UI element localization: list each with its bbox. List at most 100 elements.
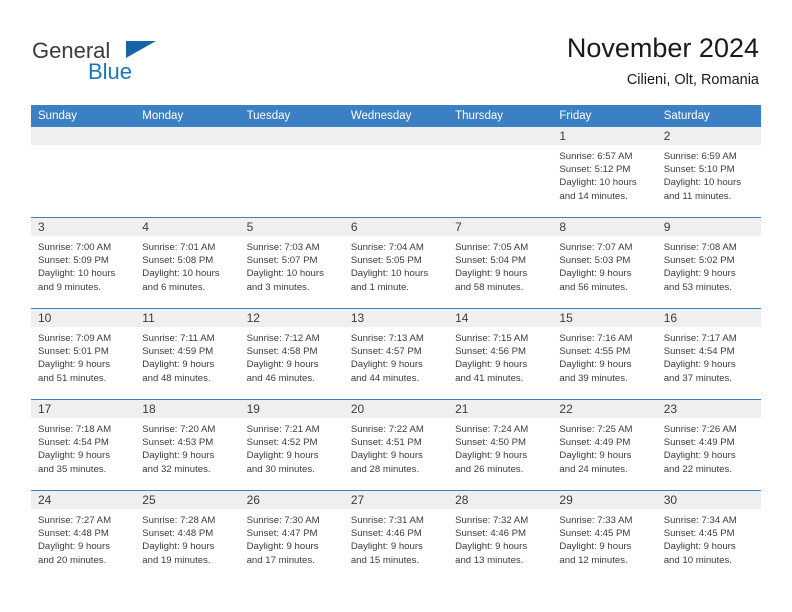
calendar-day-cell[interactable]: 25 Sunrise: 7:28 AM Sunset: 4:48 PM Dayl…	[135, 490, 240, 581]
calendar-day-cell[interactable]: 27 Sunrise: 7:31 AM Sunset: 4:46 PM Dayl…	[343, 490, 449, 581]
calendar-day-cell[interactable]: 1 Sunrise: 6:57 AM Sunset: 5:12 PM Dayli…	[552, 127, 657, 218]
sunset-text: Sunset: 5:08 PM	[142, 255, 214, 267]
calendar-day-cell[interactable]: 13 Sunrise: 7:13 AM Sunset: 4:57 PM Dayl…	[343, 308, 449, 400]
calendar-day-cell[interactable]: 12 Sunrise: 7:12 AM Sunset: 4:58 PM Dayl…	[239, 308, 344, 400]
calendar-day-cell[interactable]: 10 Sunrise: 7:09 AM Sunset: 5:01 PM Dayl…	[31, 308, 136, 400]
sunset-text: Sunset: 4:56 PM	[455, 346, 527, 358]
calendar-day-cell[interactable]: 3 Sunrise: 7:00 AM Sunset: 5:09 PM Dayli…	[31, 217, 136, 309]
daylight-text-line1: Daylight: 10 hours	[142, 268, 220, 280]
day-details: Sunrise: 7:22 AM Sunset: 4:51 PM Dayligh…	[344, 418, 448, 476]
calendar-day-cell[interactable]: 14 Sunrise: 7:15 AM Sunset: 4:56 PM Dayl…	[448, 308, 553, 400]
brand-logo[interactable]: General Blue	[32, 38, 212, 86]
day-number: 13	[343, 309, 449, 327]
daylight-text-line2: and 17 minutes.	[246, 554, 315, 566]
sunset-text: Sunset: 5:09 PM	[38, 255, 109, 267]
day-details: Sunrise: 7:33 AM Sunset: 4:45 PM Dayligh…	[552, 509, 656, 567]
calendar-day-cell[interactable]: 11 Sunrise: 7:11 AM Sunset: 4:59 PM Dayl…	[135, 308, 240, 400]
day-number	[31, 127, 136, 145]
day-number: 29	[552, 491, 657, 509]
calendar-day-cell[interactable]: 22 Sunrise: 7:25 AM Sunset: 4:49 PM Dayl…	[552, 399, 657, 491]
sunrise-text: Sunrise: 7:00 AM	[38, 242, 112, 253]
calendar-day-cell[interactable]: 28 Sunrise: 7:32 AM Sunset: 4:46 PM Dayl…	[448, 490, 553, 581]
calendar-day-cell[interactable]: 20 Sunrise: 7:22 AM Sunset: 4:51 PM Dayl…	[343, 399, 449, 491]
daylight-text-line1: Daylight: 10 hours	[246, 268, 324, 280]
calendar-day-cell[interactable]: 2 Sunrise: 6:59 AM Sunset: 5:10 PM Dayli…	[656, 127, 761, 218]
sunrise-text: Sunrise: 7:24 AM	[455, 424, 529, 435]
day-details: Sunrise: 7:13 AM Sunset: 4:57 PM Dayligh…	[344, 327, 448, 385]
sunrise-text: Sunrise: 7:05 AM	[455, 242, 529, 253]
calendar-day-cell[interactable]: 7 Sunrise: 7:05 AM Sunset: 5:04 PM Dayli…	[448, 217, 553, 309]
title-block: November 2024 Cilieni, Olt, Romania	[567, 32, 759, 90]
weekday-header-friday: Friday	[552, 105, 657, 127]
calendar-day-cell[interactable]	[31, 127, 136, 218]
day-details: Sunrise: 7:31 AM Sunset: 4:46 PM Dayligh…	[344, 509, 448, 567]
calendar-day-cell[interactable]: 16 Sunrise: 7:17 AM Sunset: 4:54 PM Dayl…	[656, 308, 761, 400]
calendar-day-cell[interactable]	[135, 127, 240, 218]
calendar-day-cell[interactable]: 17 Sunrise: 7:18 AM Sunset: 4:54 PM Dayl…	[31, 399, 136, 491]
daylight-text-line1: Daylight: 9 hours	[559, 268, 632, 280]
daylight-text-line2: and 58 minutes.	[455, 281, 524, 293]
sunrise-text: Sunrise: 7:18 AM	[38, 424, 112, 435]
sunset-text: Sunset: 4:47 PM	[246, 528, 318, 540]
calendar-body: 1 Sunrise: 6:57 AM Sunset: 5:12 PM Dayli…	[31, 127, 761, 581]
day-number: 22	[552, 400, 657, 418]
sunrise-text: Sunrise: 7:30 AM	[246, 515, 320, 526]
day-number: 4	[135, 218, 240, 236]
day-number	[239, 127, 344, 145]
sunrise-text: Sunrise: 7:07 AM	[559, 242, 633, 253]
weekday-header-thursday: Thursday	[448, 105, 553, 127]
calendar-day-cell[interactable]: 6 Sunrise: 7:04 AM Sunset: 5:05 PM Dayli…	[343, 217, 449, 309]
day-number: 16	[656, 309, 761, 327]
day-number: 10	[31, 309, 136, 327]
daylight-text-line2: and 32 minutes.	[142, 463, 211, 475]
day-number: 30	[656, 491, 761, 509]
calendar-day-cell[interactable]: 30 Sunrise: 7:34 AM Sunset: 4:45 PM Dayl…	[656, 490, 761, 581]
calendar-day-cell[interactable]: 5 Sunrise: 7:03 AM Sunset: 5:07 PM Dayli…	[239, 217, 344, 309]
day-number: 1	[552, 127, 657, 145]
calendar-day-cell[interactable]: 8 Sunrise: 7:07 AM Sunset: 5:03 PM Dayli…	[552, 217, 657, 309]
daylight-text-line1: Daylight: 9 hours	[246, 541, 319, 553]
day-number: 15	[552, 309, 657, 327]
calendar-day-cell[interactable]	[448, 127, 553, 218]
day-details: Sunrise: 7:00 AM Sunset: 5:09 PM Dayligh…	[31, 236, 135, 294]
sunset-text: Sunset: 4:59 PM	[142, 346, 214, 358]
sunset-text: Sunset: 5:03 PM	[559, 255, 631, 267]
daylight-text-line1: Daylight: 9 hours	[559, 450, 632, 462]
calendar-day-cell[interactable]: 29 Sunrise: 7:33 AM Sunset: 4:45 PM Dayl…	[552, 490, 657, 581]
sunset-text: Sunset: 4:58 PM	[246, 346, 318, 358]
day-details: Sunrise: 7:16 AM Sunset: 4:55 PM Dayligh…	[552, 327, 656, 385]
calendar-day-cell[interactable]: 24 Sunrise: 7:27 AM Sunset: 4:48 PM Dayl…	[31, 490, 136, 581]
calendar-day-cell[interactable]	[239, 127, 344, 218]
sunrise-text: Sunrise: 7:04 AM	[350, 242, 424, 253]
calendar-day-cell[interactable]: 19 Sunrise: 7:21 AM Sunset: 4:52 PM Dayl…	[239, 399, 344, 491]
day-details: Sunrise: 7:34 AM Sunset: 4:45 PM Dayligh…	[657, 509, 761, 567]
calendar-day-cell[interactable]: 4 Sunrise: 7:01 AM Sunset: 5:08 PM Dayli…	[135, 217, 240, 309]
daylight-text-line1: Daylight: 9 hours	[663, 450, 736, 462]
day-number: 23	[656, 400, 761, 418]
sunset-text: Sunset: 5:02 PM	[663, 255, 735, 267]
day-number: 6	[343, 218, 449, 236]
daylight-text-line1: Daylight: 9 hours	[246, 450, 319, 462]
day-details: Sunrise: 7:05 AM Sunset: 5:04 PM Dayligh…	[448, 236, 552, 294]
calendar-day-cell[interactable]: 26 Sunrise: 7:30 AM Sunset: 4:47 PM Dayl…	[239, 490, 344, 581]
calendar-day-cell[interactable]: 15 Sunrise: 7:16 AM Sunset: 4:55 PM Dayl…	[552, 308, 657, 400]
daylight-text-line2: and 35 minutes.	[38, 463, 107, 475]
daylight-text-line2: and 12 minutes.	[559, 554, 628, 566]
day-number	[343, 127, 449, 145]
day-details: Sunrise: 6:57 AM Sunset: 5:12 PM Dayligh…	[552, 145, 656, 203]
daylight-text-line2: and 44 minutes.	[350, 372, 420, 384]
sunset-text: Sunset: 4:46 PM	[455, 528, 527, 540]
sunrise-text: Sunrise: 7:33 AM	[559, 515, 633, 526]
calendar-day-cell[interactable]: 21 Sunrise: 7:24 AM Sunset: 4:50 PM Dayl…	[448, 399, 553, 491]
calendar-day-cell[interactable]	[343, 127, 449, 218]
sunrise-text: Sunrise: 7:16 AM	[559, 333, 633, 344]
daylight-text-line1: Daylight: 9 hours	[559, 359, 632, 371]
day-number: 14	[448, 309, 553, 327]
calendar-day-cell[interactable]: 18 Sunrise: 7:20 AM Sunset: 4:53 PM Dayl…	[135, 399, 240, 491]
daylight-text-line2: and 46 minutes.	[246, 372, 315, 384]
calendar-day-cell[interactable]: 23 Sunrise: 7:26 AM Sunset: 4:49 PM Dayl…	[656, 399, 761, 491]
sunset-text: Sunset: 5:05 PM	[350, 255, 422, 267]
day-details: Sunrise: 7:20 AM Sunset: 4:53 PM Dayligh…	[135, 418, 239, 476]
day-number: 11	[135, 309, 240, 327]
calendar-day-cell[interactable]: 9 Sunrise: 7:08 AM Sunset: 5:02 PM Dayli…	[656, 217, 761, 309]
